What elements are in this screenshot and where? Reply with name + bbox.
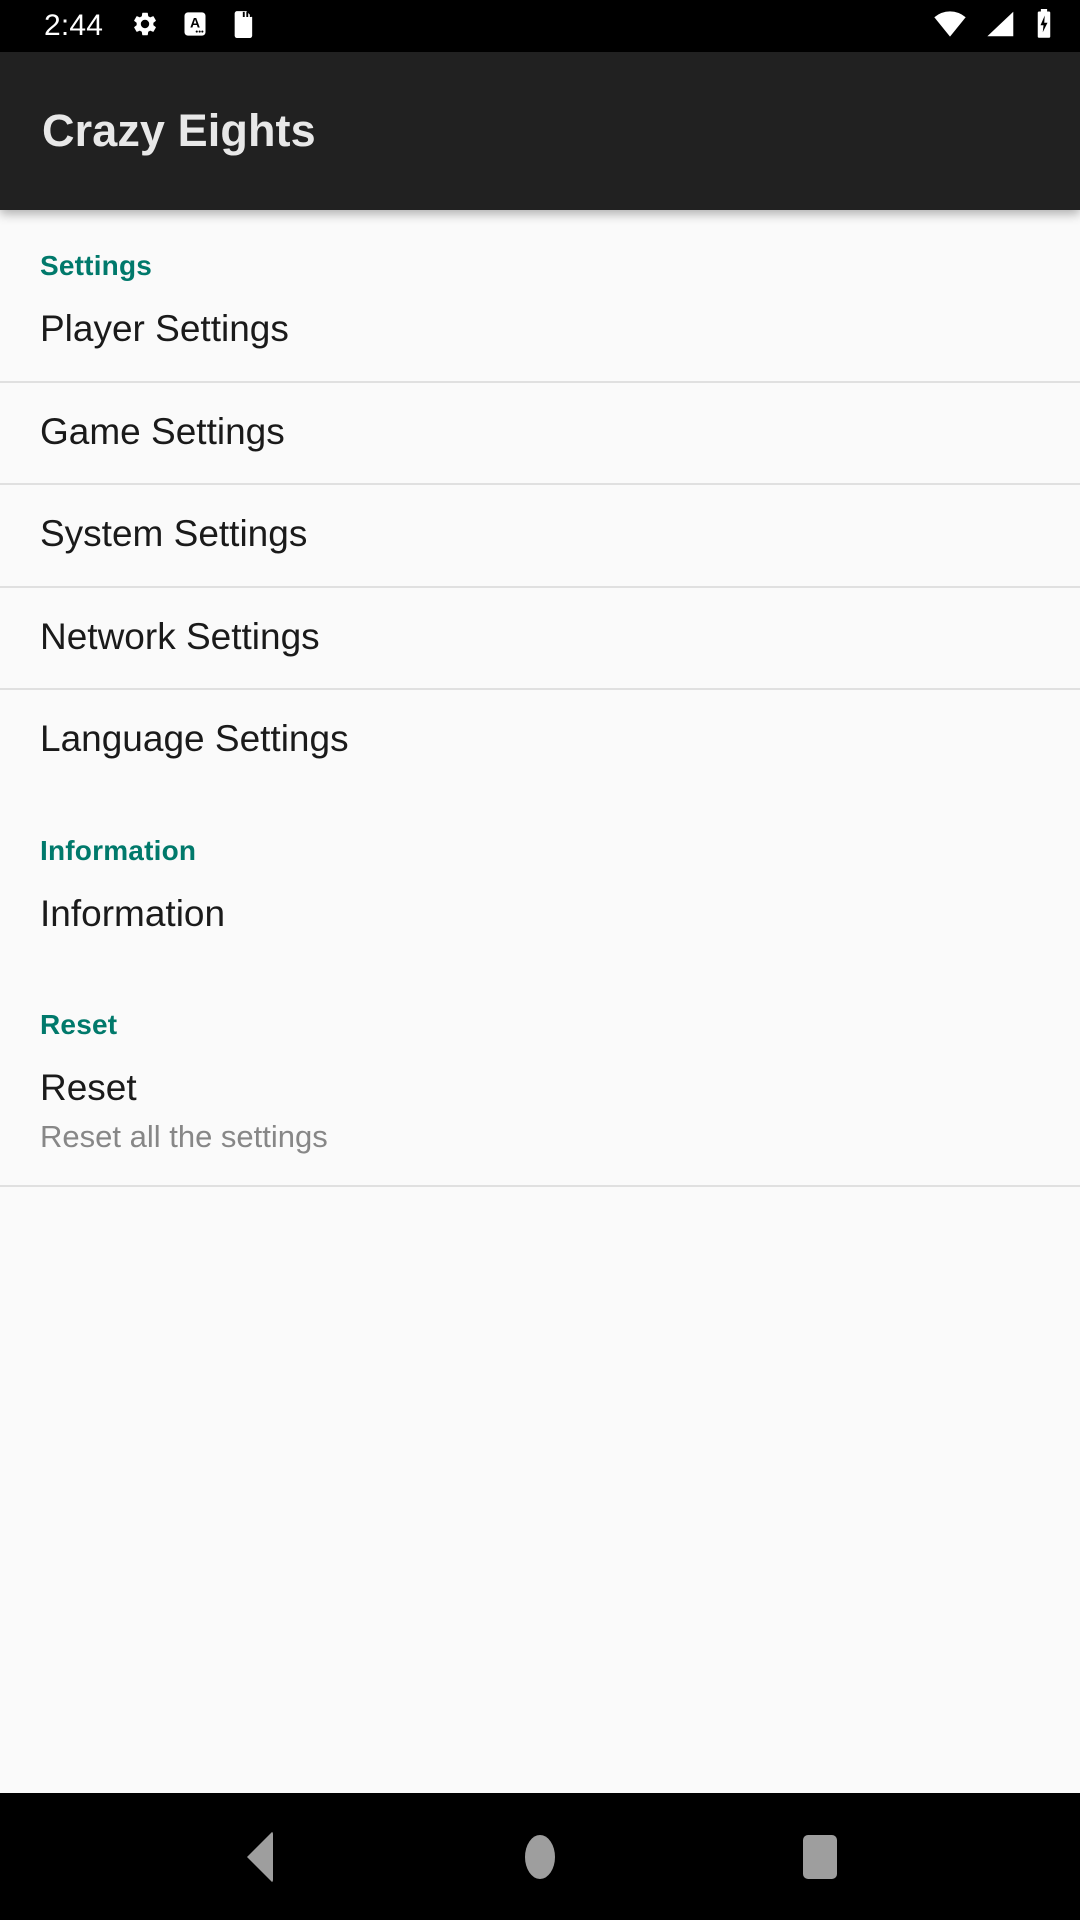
pref-item-player-settings[interactable]: Player Settings bbox=[0, 280, 1080, 381]
preference-group-information: Information Information bbox=[0, 791, 1080, 966]
section-header-settings: Settings bbox=[40, 250, 153, 281]
nav-recents-button[interactable] bbox=[760, 1793, 880, 1920]
pref-item-language-settings[interactable]: Language Settings bbox=[0, 690, 1080, 791]
battery-charging-icon bbox=[1034, 8, 1054, 44]
pref-summary: Reset all the settings bbox=[40, 1118, 328, 1154]
svg-text:A: A bbox=[190, 14, 200, 30]
status-left-icons: A bbox=[131, 10, 257, 43]
pref-item-game-settings[interactable]: Game Settings bbox=[0, 383, 1080, 484]
pref-title: System Settings bbox=[40, 513, 308, 555]
cell-signal-icon bbox=[986, 10, 1016, 43]
pref-title: Language Settings bbox=[40, 718, 349, 760]
back-triangle-icon bbox=[247, 1830, 273, 1883]
pref-title: Reset bbox=[40, 1067, 137, 1109]
settings-list[interactable]: Settings Player Settings Game Settings S… bbox=[0, 210, 1080, 1793]
status-right-icons bbox=[932, 8, 1054, 44]
pref-item-information[interactable]: Information bbox=[0, 865, 1080, 966]
pref-item-system-settings[interactable]: System Settings bbox=[0, 485, 1080, 586]
nav-back-button[interactable] bbox=[200, 1793, 320, 1920]
phone-screen: 2:44 A Crazy Eights Settings Player Sett… bbox=[0, 0, 1080, 1920]
pref-item-reset[interactable]: Reset Reset all the settings bbox=[0, 1039, 1080, 1185]
pref-title: Game Settings bbox=[40, 410, 285, 452]
divider bbox=[0, 1185, 1080, 1188]
sd-card-icon bbox=[231, 10, 257, 43]
status-clock: 2:44 bbox=[44, 9, 104, 42]
page-title: Crazy Eights bbox=[42, 105, 316, 156]
screenshot-a-icon: A bbox=[181, 10, 209, 43]
pref-title: Information bbox=[40, 892, 226, 934]
app-bar: Crazy Eights bbox=[0, 52, 1080, 210]
status-bar: 2:44 A bbox=[0, 0, 1080, 52]
recents-square-icon bbox=[803, 1834, 837, 1879]
gear-icon bbox=[131, 10, 159, 43]
pref-title: Player Settings bbox=[40, 308, 289, 349]
home-circle-icon bbox=[525, 1834, 555, 1879]
preference-group-reset: Reset Reset Reset all the settings bbox=[0, 965, 1080, 1188]
nav-home-button[interactable] bbox=[480, 1793, 600, 1920]
pref-item-network-settings[interactable]: Network Settings bbox=[0, 588, 1080, 689]
system-navigation-bar bbox=[0, 1793, 1080, 1920]
section-header-reset: Reset bbox=[40, 1009, 118, 1041]
preference-group-settings: Settings Player Settings Game Settings S… bbox=[0, 210, 1080, 791]
pref-title: Network Settings bbox=[40, 615, 320, 657]
wifi-icon bbox=[932, 10, 968, 43]
section-header-information: Information bbox=[40, 834, 197, 866]
